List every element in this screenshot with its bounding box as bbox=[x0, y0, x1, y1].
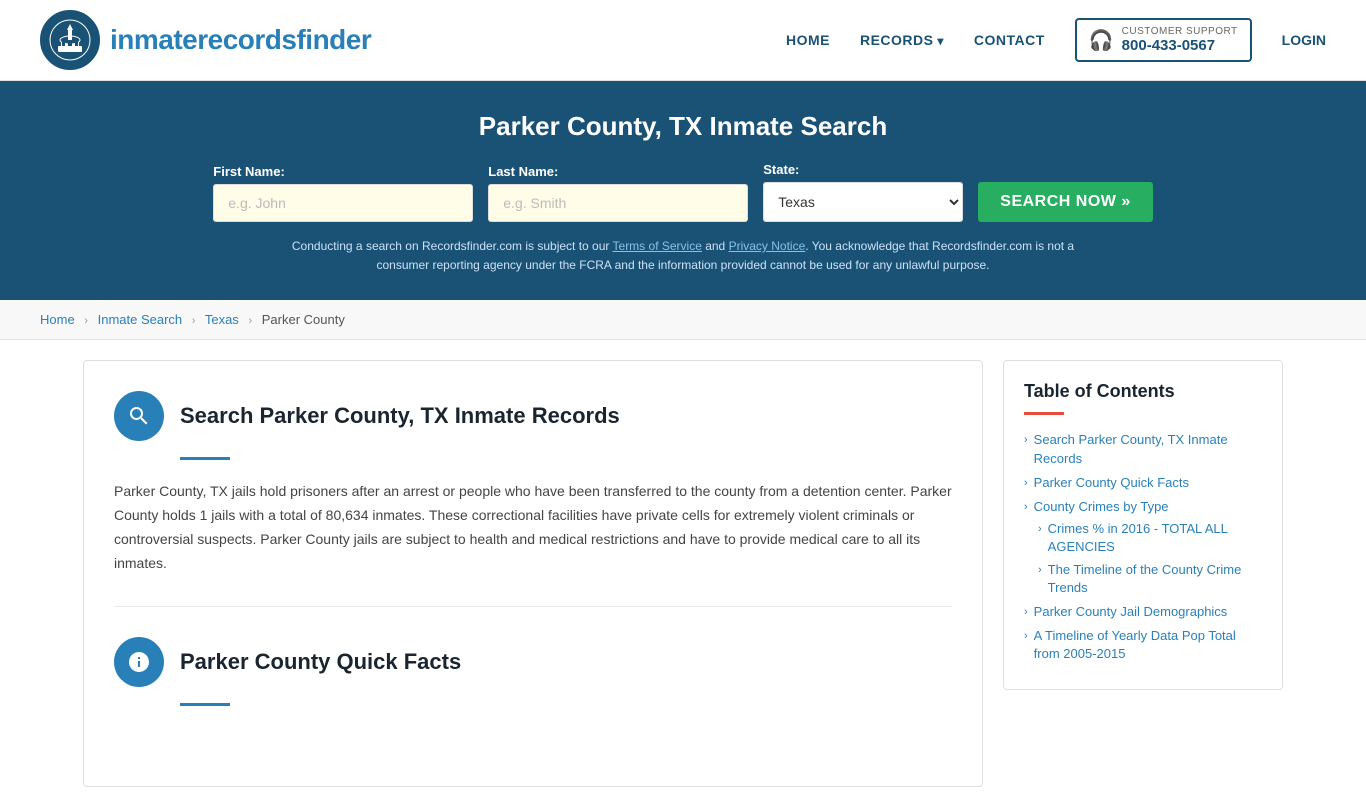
hero-section: Parker County, TX Inmate Search First Na… bbox=[0, 81, 1366, 300]
section2-divider bbox=[180, 703, 230, 706]
first-name-label: First Name: bbox=[213, 164, 285, 179]
last-name-label: Last Name: bbox=[488, 164, 558, 179]
toc-sub-arrow-3a: › bbox=[1038, 522, 1042, 537]
breadcrumb-current: Parker County bbox=[262, 312, 345, 327]
section2-title: Parker County Quick Facts bbox=[180, 649, 461, 675]
hero-title: Parker County, TX Inmate Search bbox=[40, 111, 1326, 142]
breadcrumb-sep-3: › bbox=[248, 315, 252, 327]
toc-link-5[interactable]: › A Timeline of Yearly Data Pop Total fr… bbox=[1024, 627, 1262, 663]
headset-icon: 🎧 bbox=[1089, 28, 1114, 53]
search-form: First Name: Last Name: State: Texas Alab… bbox=[40, 162, 1326, 222]
toc-item-3: › County Crimes by Type › Crimes % in 20… bbox=[1024, 498, 1262, 597]
section1-divider bbox=[180, 457, 230, 460]
first-name-group: First Name: bbox=[213, 164, 473, 222]
toc-item-5: › A Timeline of Yearly Data Pop Total fr… bbox=[1024, 627, 1262, 663]
sidebar: Table of Contents › Search Parker County… bbox=[1003, 360, 1283, 786]
breadcrumb: Home › Inmate Search › Texas › Parker Co… bbox=[0, 300, 1366, 340]
toc-arrow-2: › bbox=[1024, 476, 1028, 491]
last-name-group: Last Name: bbox=[488, 164, 748, 222]
section1-title: Search Parker County, TX Inmate Records bbox=[180, 403, 620, 429]
toc-link-1[interactable]: › Search Parker County, TX Inmate Record… bbox=[1024, 431, 1262, 467]
search-button[interactable]: SEARCH NOW » bbox=[978, 182, 1152, 222]
toc-item-1: › Search Parker County, TX Inmate Record… bbox=[1024, 431, 1262, 467]
info-circle-icon bbox=[114, 637, 164, 687]
logo-text: inmaterecordsfinder bbox=[110, 24, 371, 56]
toc-link-4[interactable]: › Parker County Jail Demographics bbox=[1024, 603, 1262, 621]
first-name-input[interactable] bbox=[213, 184, 473, 222]
toc-item-2: › Parker County Quick Facts bbox=[1024, 474, 1262, 492]
nav-records[interactable]: RECORDS bbox=[860, 32, 944, 48]
toc-arrow-5: › bbox=[1024, 629, 1028, 644]
main-container: Search Parker County, TX Inmate Records … bbox=[43, 360, 1323, 786]
logo-area: inmaterecordsfinder bbox=[40, 10, 371, 70]
nav-contact[interactable]: CONTACT bbox=[974, 32, 1045, 48]
toc-list: › Search Parker County, TX Inmate Record… bbox=[1024, 431, 1262, 663]
toc-sub-item-3b: › The Timeline of the County Crime Trend… bbox=[1038, 561, 1262, 597]
privacy-link[interactable]: Privacy Notice bbox=[729, 239, 806, 253]
section-inmate-records: Search Parker County, TX Inmate Records … bbox=[114, 391, 952, 606]
toc-sub-list-3: › Crimes % in 2016 - TOTAL ALL AGENCIES … bbox=[1038, 520, 1262, 597]
state-label: State: bbox=[763, 162, 799, 177]
section2-header: Parker County Quick Facts bbox=[114, 637, 952, 687]
toc-arrow-1: › bbox=[1024, 433, 1028, 448]
toc-item-4: › Parker County Jail Demographics bbox=[1024, 603, 1262, 621]
section1-header: Search Parker County, TX Inmate Records bbox=[114, 391, 952, 441]
breadcrumb-sep-1: › bbox=[84, 315, 88, 327]
nav-login[interactable]: LOGIN bbox=[1282, 32, 1326, 48]
toc-arrow-3: › bbox=[1024, 500, 1028, 515]
last-name-input[interactable] bbox=[488, 184, 748, 222]
toc-title: Table of Contents bbox=[1024, 381, 1262, 402]
support-text: CUSTOMER SUPPORT 800-433-0567 bbox=[1122, 26, 1238, 54]
toc-box: Table of Contents › Search Parker County… bbox=[1003, 360, 1283, 690]
toc-sub-link-3a[interactable]: › Crimes % in 2016 - TOTAL ALL AGENCIES bbox=[1038, 520, 1262, 556]
toc-divider bbox=[1024, 412, 1064, 415]
customer-support-box[interactable]: 🎧 CUSTOMER SUPPORT 800-433-0567 bbox=[1075, 18, 1252, 62]
breadcrumb-texas[interactable]: Texas bbox=[205, 312, 239, 327]
state-select[interactable]: Texas Alabama Alaska Arizona California … bbox=[763, 182, 963, 222]
breadcrumb-inmate-search[interactable]: Inmate Search bbox=[98, 312, 183, 327]
toc-link-3[interactable]: › County Crimes by Type bbox=[1024, 498, 1262, 516]
nav-home[interactable]: HOME bbox=[786, 32, 830, 48]
toc-sub-item-3a: › Crimes % in 2016 - TOTAL ALL AGENCIES bbox=[1038, 520, 1262, 556]
tos-link[interactable]: Terms of Service bbox=[613, 239, 702, 253]
hero-disclaimer: Conducting a search on Recordsfinder.com… bbox=[283, 237, 1083, 275]
toc-arrow-4: › bbox=[1024, 605, 1028, 620]
breadcrumb-home[interactable]: Home bbox=[40, 312, 75, 327]
state-group: State: Texas Alabama Alaska Arizona Cali… bbox=[763, 162, 963, 222]
main-nav: HOME RECORDS CONTACT 🎧 CUSTOMER SUPPORT … bbox=[786, 18, 1326, 62]
search-circle-icon bbox=[114, 391, 164, 441]
section-quick-facts: Parker County Quick Facts bbox=[114, 607, 952, 756]
site-header: inmaterecordsfinder HOME RECORDS CONTACT… bbox=[0, 0, 1366, 81]
section1-body: Parker County, TX jails hold prisoners a… bbox=[114, 480, 952, 575]
toc-link-2[interactable]: › Parker County Quick Facts bbox=[1024, 474, 1262, 492]
logo-icon bbox=[40, 10, 100, 70]
toc-sub-link-3b[interactable]: › The Timeline of the County Crime Trend… bbox=[1038, 561, 1262, 597]
breadcrumb-sep-2: › bbox=[192, 315, 196, 327]
toc-sub-arrow-3b: › bbox=[1038, 563, 1042, 578]
content-area: Search Parker County, TX Inmate Records … bbox=[83, 360, 983, 786]
